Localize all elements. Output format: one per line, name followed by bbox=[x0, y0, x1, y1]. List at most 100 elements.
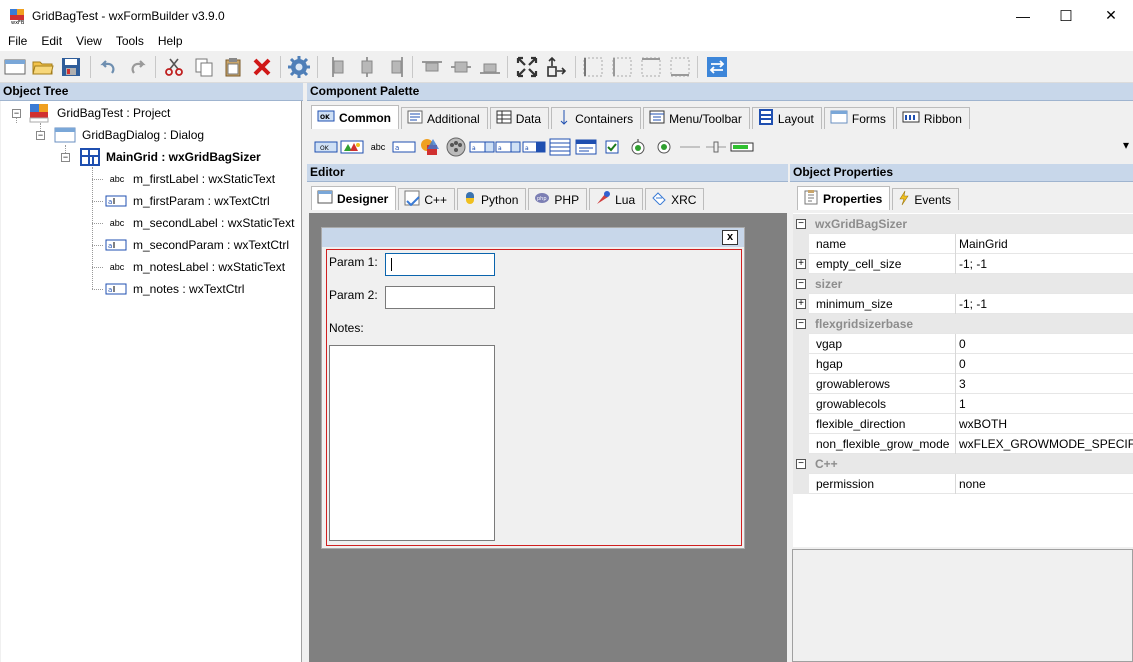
static-text-component-icon[interactable]: abc bbox=[365, 136, 391, 158]
border-right-icon[interactable] bbox=[610, 55, 634, 79]
collapse-icon[interactable]: − bbox=[796, 279, 806, 289]
property-value[interactable]: 3 bbox=[959, 377, 966, 391]
tab-containers[interactable]: Containers bbox=[551, 107, 642, 129]
tab-forms[interactable]: Forms bbox=[823, 107, 894, 129]
menu-help[interactable]: Help bbox=[151, 34, 190, 48]
param2-input[interactable] bbox=[385, 286, 495, 309]
param2-label[interactable]: Param 2: bbox=[329, 288, 378, 302]
tab-properties[interactable]: Properties bbox=[797, 186, 891, 210]
tree-node-secondparam[interactable]: a m_secondParam : wxTextCtrl bbox=[105, 235, 289, 255]
tab-xrc[interactable]: XRC bbox=[645, 188, 705, 210]
save-icon[interactable] bbox=[59, 55, 83, 79]
menu-view[interactable]: View bbox=[69, 34, 109, 48]
border-bottom-icon[interactable] bbox=[668, 55, 692, 79]
copy-icon[interactable] bbox=[192, 55, 216, 79]
param1-label[interactable]: Param 1: bbox=[329, 255, 378, 269]
tree-node-dialog[interactable]: GridBagDialog : Dialog bbox=[54, 125, 204, 145]
align-middle-icon[interactable] bbox=[449, 55, 473, 79]
property-value[interactable]: MainGrid bbox=[959, 237, 1008, 251]
tree-node-firstparam[interactable]: a m_firstParam : wxTextCtrl bbox=[105, 191, 270, 211]
stretch-icon[interactable] bbox=[544, 55, 568, 79]
property-row[interactable]: growablerows 3 bbox=[793, 374, 1133, 394]
property-row[interactable]: hgap 0 bbox=[793, 354, 1133, 374]
property-row[interactable]: non_flexible_grow_mode wxFLEX_GROWMODE_SP… bbox=[793, 434, 1133, 454]
list-ctrl-component-icon[interactable] bbox=[547, 136, 573, 158]
radio-box-component-icon[interactable] bbox=[651, 136, 677, 158]
palette-overflow-button[interactable]: ▾ bbox=[1123, 138, 1129, 152]
spin-control-component-icon[interactable]: a bbox=[521, 136, 547, 158]
align-center-icon[interactable] bbox=[355, 55, 379, 79]
collapse-toggle-maingrid[interactable]: − bbox=[61, 153, 70, 162]
tab-layout[interactable]: Layout bbox=[751, 107, 822, 129]
param1-input[interactable] bbox=[385, 253, 495, 276]
property-row[interactable]: vgap 0 bbox=[793, 334, 1133, 354]
notes-textarea[interactable] bbox=[329, 345, 495, 541]
delete-icon[interactable] bbox=[250, 55, 274, 79]
align-top-icon[interactable] bbox=[420, 55, 444, 79]
property-value[interactable]: 1 bbox=[959, 397, 966, 411]
property-value[interactable]: wxBOTH bbox=[959, 417, 1007, 431]
border-left-icon[interactable] bbox=[581, 55, 605, 79]
expand-icon[interactable] bbox=[515, 55, 539, 79]
tab-designer[interactable]: Designer bbox=[311, 186, 397, 210]
list-ctrl-report-component-icon[interactable] bbox=[573, 136, 599, 158]
toggle-orientation-icon[interactable] bbox=[705, 55, 729, 79]
slider-component-icon[interactable] bbox=[703, 136, 729, 158]
combobox-component-icon[interactable] bbox=[443, 136, 469, 158]
new-icon[interactable] bbox=[3, 55, 27, 79]
tab-php[interactable]: php PHP bbox=[528, 188, 588, 210]
property-category[interactable]: − C++ bbox=[793, 454, 1133, 474]
dialog-close-icon[interactable]: x bbox=[722, 230, 738, 245]
collapse-icon[interactable]: − bbox=[796, 319, 806, 329]
tree-node-secondlabel[interactable]: abc m_secondLabel : wxStaticText bbox=[107, 213, 295, 233]
textctrl-component-icon[interactable]: a bbox=[391, 136, 417, 158]
menu-edit[interactable]: Edit bbox=[34, 34, 69, 48]
collapse-icon[interactable]: − bbox=[796, 459, 806, 469]
close-button[interactable]: ✕ bbox=[1088, 0, 1133, 31]
bitmap-button-component-icon[interactable] bbox=[339, 136, 365, 158]
minimize-button[interactable]: — bbox=[1000, 0, 1046, 31]
listbox-component-icon[interactable]: a bbox=[495, 136, 521, 158]
property-row[interactable]: + minimum_size -1; -1 bbox=[793, 294, 1133, 314]
property-category[interactable]: − flexgridsizerbase bbox=[793, 314, 1133, 334]
checkbox-component-icon[interactable] bbox=[599, 136, 625, 158]
menu-file[interactable]: File bbox=[0, 34, 34, 48]
property-value[interactable]: -1; -1 bbox=[959, 257, 987, 271]
maximize-button[interactable]: ☐ bbox=[1043, 0, 1089, 31]
property-value[interactable]: 0 bbox=[959, 337, 966, 351]
tab-ribbon[interactable]: Ribbon bbox=[895, 107, 970, 129]
property-value[interactable]: wxFLEX_GROWMODE_SPECIFIED bbox=[959, 437, 1133, 451]
tree-node-noteslabel[interactable]: abc m_notesLabel : wxStaticText bbox=[107, 257, 285, 277]
static-line-component-icon[interactable] bbox=[677, 136, 703, 158]
gauge-component-icon[interactable] bbox=[729, 136, 755, 158]
property-value[interactable]: none bbox=[959, 477, 986, 491]
undo-icon[interactable] bbox=[96, 55, 120, 79]
collapse-icon[interactable]: − bbox=[796, 219, 806, 229]
menu-tools[interactable]: Tools bbox=[109, 34, 151, 48]
property-row[interactable]: permission none bbox=[793, 474, 1133, 494]
tab-common[interactable]: OK Common bbox=[311, 105, 399, 129]
align-left-icon[interactable] bbox=[327, 55, 351, 79]
collapse-toggle-project[interactable]: − bbox=[12, 109, 21, 118]
tab-data[interactable]: Data bbox=[489, 107, 550, 129]
notes-label[interactable]: Notes: bbox=[329, 321, 364, 335]
tab-python[interactable]: Python bbox=[457, 188, 527, 210]
tree-node-maingrid[interactable]: MainGrid : wxGridBagSizer bbox=[80, 147, 261, 167]
redo-icon[interactable] bbox=[126, 55, 150, 79]
align-bottom-icon[interactable] bbox=[478, 55, 502, 79]
dialog-preview[interactable]: x Param 1: Param 2: Notes: bbox=[321, 227, 745, 549]
border-top-icon[interactable] bbox=[639, 55, 663, 79]
tree-node-project[interactable]: GridBagTest : Project bbox=[29, 103, 170, 123]
tree-node-notes[interactable]: a m_notes : wxTextCtrl bbox=[105, 279, 244, 299]
property-row[interactable]: growablecols 1 bbox=[793, 394, 1133, 414]
property-row[interactable]: flexible_direction wxBOTH bbox=[793, 414, 1133, 434]
generate-code-icon[interactable] bbox=[287, 55, 311, 79]
collapse-toggle-dialog[interactable]: − bbox=[36, 131, 45, 140]
open-icon[interactable] bbox=[31, 55, 55, 79]
cut-icon[interactable] bbox=[162, 55, 186, 79]
expand-icon[interactable]: + bbox=[796, 299, 806, 309]
property-row[interactable]: + empty_cell_size -1; -1 bbox=[793, 254, 1133, 274]
button-component-icon[interactable]: OK bbox=[313, 136, 339, 158]
tab-events[interactable]: Events bbox=[892, 188, 960, 210]
tab-lua[interactable]: Lua bbox=[589, 188, 644, 210]
